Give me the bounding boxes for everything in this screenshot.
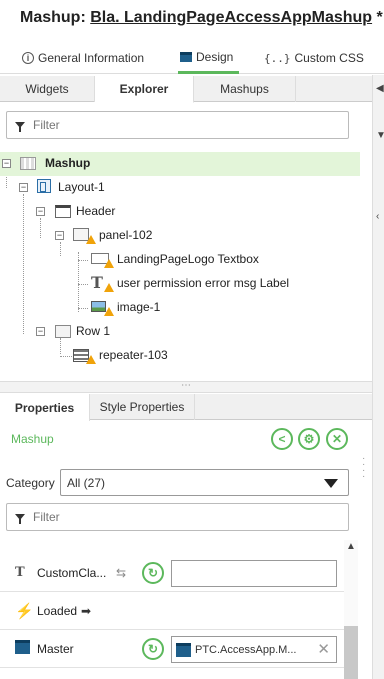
tree-node-label: image-1 (117, 300, 161, 314)
selected-widget-name: Mashup (11, 432, 54, 446)
property-row-loaded[interactable]: ⚡ Loaded ➡ (0, 592, 344, 630)
filter-icon (15, 122, 25, 132)
tab-mashups[interactable]: Mashups (194, 76, 296, 102)
tree-node-label: repeater-103 (99, 348, 168, 362)
mashup-title: Mashup: Bla. LandingPageAccessAppMashup … (20, 9, 383, 27)
warning-icon (104, 283, 114, 292)
property-name: Master (37, 641, 74, 656)
tab-design-label: Design (196, 49, 234, 64)
property-filter-input[interactable] (33, 510, 283, 524)
property-row-customclass[interactable]: T CustomCla... ⇆ ↻ (0, 554, 344, 592)
gear-icon[interactable]: ⚙ (298, 428, 320, 450)
tab-custom-css[interactable]: {..} Custom CSS (264, 42, 364, 74)
clear-icon[interactable]: ✕ (317, 640, 330, 658)
tab-custom-css-label: Custom CSS (294, 51, 364, 65)
mashup-name: Bla. LandingPageAccessAppMashup (90, 9, 373, 26)
customclass-input[interactable] (171, 560, 337, 587)
tree-node-repeater[interactable]: repeater-103 (0, 344, 360, 368)
chevron-down-icon[interactable]: ▼ (376, 130, 384, 141)
tree-node-image[interactable]: image-1 (0, 296, 360, 320)
property-filter[interactable] (6, 503, 349, 531)
property-name: CustomCla... (37, 565, 107, 580)
collapse-icon[interactable]: − (55, 231, 64, 240)
collapse-icon[interactable]: − (36, 207, 45, 216)
refresh-icon[interactable]: ↻ (142, 562, 164, 584)
category-label: Category (6, 476, 55, 490)
layout-icon (37, 179, 51, 193)
master-icon (176, 642, 191, 657)
explorer-filter[interactable] (6, 111, 349, 139)
property-tabs: Properties Style Properties (0, 394, 372, 421)
tree-node-label: Header (76, 204, 116, 218)
explorer-filter-input[interactable] (33, 118, 283, 132)
property-scrollbar[interactable]: ▲ (344, 540, 358, 679)
category-value: All (27) (67, 475, 106, 490)
master-value: PTC.AccessApp.M... (195, 643, 297, 656)
tree-node-mashup[interactable]: − Mashup (0, 152, 360, 176)
warning-icon (104, 307, 114, 316)
right-panel-strip: ◀ ▼ ‹ (372, 75, 384, 679)
tab-design[interactable]: Design (178, 42, 239, 74)
header-icon (55, 205, 71, 218)
tab-widgets[interactable]: Widgets (0, 76, 95, 102)
share-icon[interactable]: < (271, 428, 293, 450)
property-name: Loaded (37, 603, 78, 618)
chevron-down-icon (324, 479, 338, 488)
title-prefix: Mashup: (20, 9, 86, 26)
row-icon (55, 325, 71, 338)
css-braces-icon: {..} (264, 51, 291, 65)
tree-node-label: panel-102 (99, 228, 153, 242)
tab-style-properties[interactable]: Style Properties (90, 394, 195, 420)
tree-node-label: LandingPageLogo Textbox (117, 252, 259, 266)
tree-node-label: user permission error msg Label (117, 276, 290, 290)
unsaved-marker: * (376, 9, 383, 26)
collapse-icon[interactable]: − (2, 159, 11, 168)
tab-properties[interactable]: Properties (0, 394, 90, 421)
mashup-icon (20, 157, 36, 170)
panel-splitter[interactable]: ⋯ (0, 381, 372, 393)
info-icon: i (22, 52, 34, 64)
refresh-icon[interactable]: ↻ (142, 638, 164, 660)
collapse-icon[interactable]: − (19, 183, 28, 192)
master-icon (15, 640, 30, 657)
scroll-thumb[interactable] (344, 626, 358, 679)
property-row-master[interactable]: Master ↻ PTC.AccessApp.M... ✕ (0, 630, 344, 668)
widget-tree: − Mashup − Layout-1 − Header − panel-102… (0, 152, 360, 382)
tree-node-label: Row 1 (76, 324, 111, 338)
close-icon[interactable]: ✕ (326, 428, 348, 450)
chevron-left-icon[interactable]: ◀ (376, 83, 384, 94)
filter-icon (15, 514, 25, 524)
design-icon (180, 51, 192, 62)
tree-node-label: Layout-1 (58, 180, 105, 194)
scroll-up-icon[interactable]: ▲ (346, 541, 356, 552)
tree-node-header[interactable]: − Header (0, 200, 360, 224)
editor-tabs: i General Information Design {..} Custom… (0, 42, 384, 74)
binding-icon[interactable]: ⇆ (116, 566, 126, 580)
tree-node-textbox[interactable]: LandingPageLogo Textbox (0, 248, 360, 272)
warning-icon (104, 259, 114, 268)
tree-node-layout[interactable]: − Layout-1 (0, 176, 360, 200)
warning-icon (86, 355, 96, 364)
category-select[interactable]: All (27) (60, 469, 349, 496)
text-property-icon: T (15, 565, 25, 580)
tree-node-label-widget[interactable]: T user permission error msg Label (0, 272, 360, 296)
resize-handle-icon[interactable]: · · · · (362, 454, 365, 482)
chevron-left-icon[interactable]: ‹ (376, 211, 379, 222)
collapse-icon[interactable]: − (36, 327, 45, 336)
tree-node-label: Mashup (45, 156, 91, 170)
warning-icon (86, 235, 96, 244)
tab-general-information-label: General Information (38, 51, 145, 65)
tree-node-row[interactable]: − Row 1 (0, 320, 360, 344)
lightning-icon: ⚡ (15, 602, 34, 620)
explorer-tabs: Widgets Explorer Mashups (0, 76, 372, 103)
event-arrow-icon[interactable]: ➡ (81, 604, 91, 618)
tab-explorer[interactable]: Explorer (95, 76, 194, 103)
property-list: T CustomCla... ⇆ ↻ ⚡ Loaded ➡ Master ↻ P… (0, 540, 344, 679)
label-icon: T (91, 273, 103, 292)
master-select[interactable]: PTC.AccessApp.M... ✕ (171, 636, 337, 663)
tab-general-information[interactable]: i General Information (22, 42, 144, 74)
tree-node-panel[interactable]: − panel-102 (0, 224, 360, 248)
